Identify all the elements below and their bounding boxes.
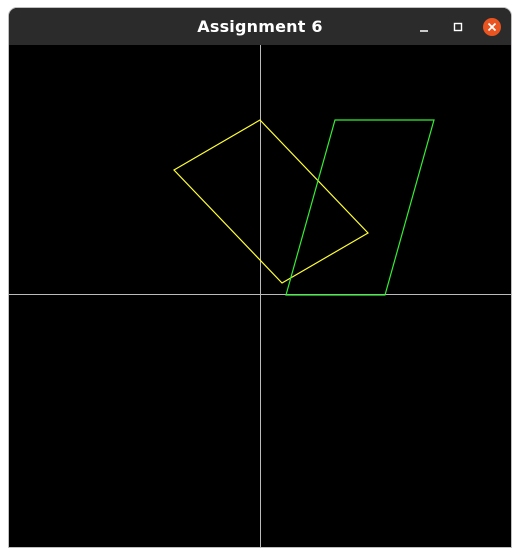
window-title: Assignment 6 <box>197 17 323 36</box>
minimize-button[interactable] <box>414 17 434 37</box>
maximize-button[interactable] <box>448 17 468 37</box>
maximize-icon <box>453 22 463 32</box>
canvas-svg <box>9 45 511 547</box>
close-button[interactable] <box>482 17 502 37</box>
minimize-icon <box>420 30 428 32</box>
close-icon <box>487 22 497 32</box>
app-window: Assignment 6 <box>9 8 511 547</box>
title-bar[interactable]: Assignment 6 <box>9 8 511 45</box>
drawing-canvas[interactable] <box>9 45 511 547</box>
green-parallelogram <box>285 119 435 296</box>
yellow-quadrilateral <box>173 119 369 284</box>
close-button-circle <box>483 18 501 36</box>
